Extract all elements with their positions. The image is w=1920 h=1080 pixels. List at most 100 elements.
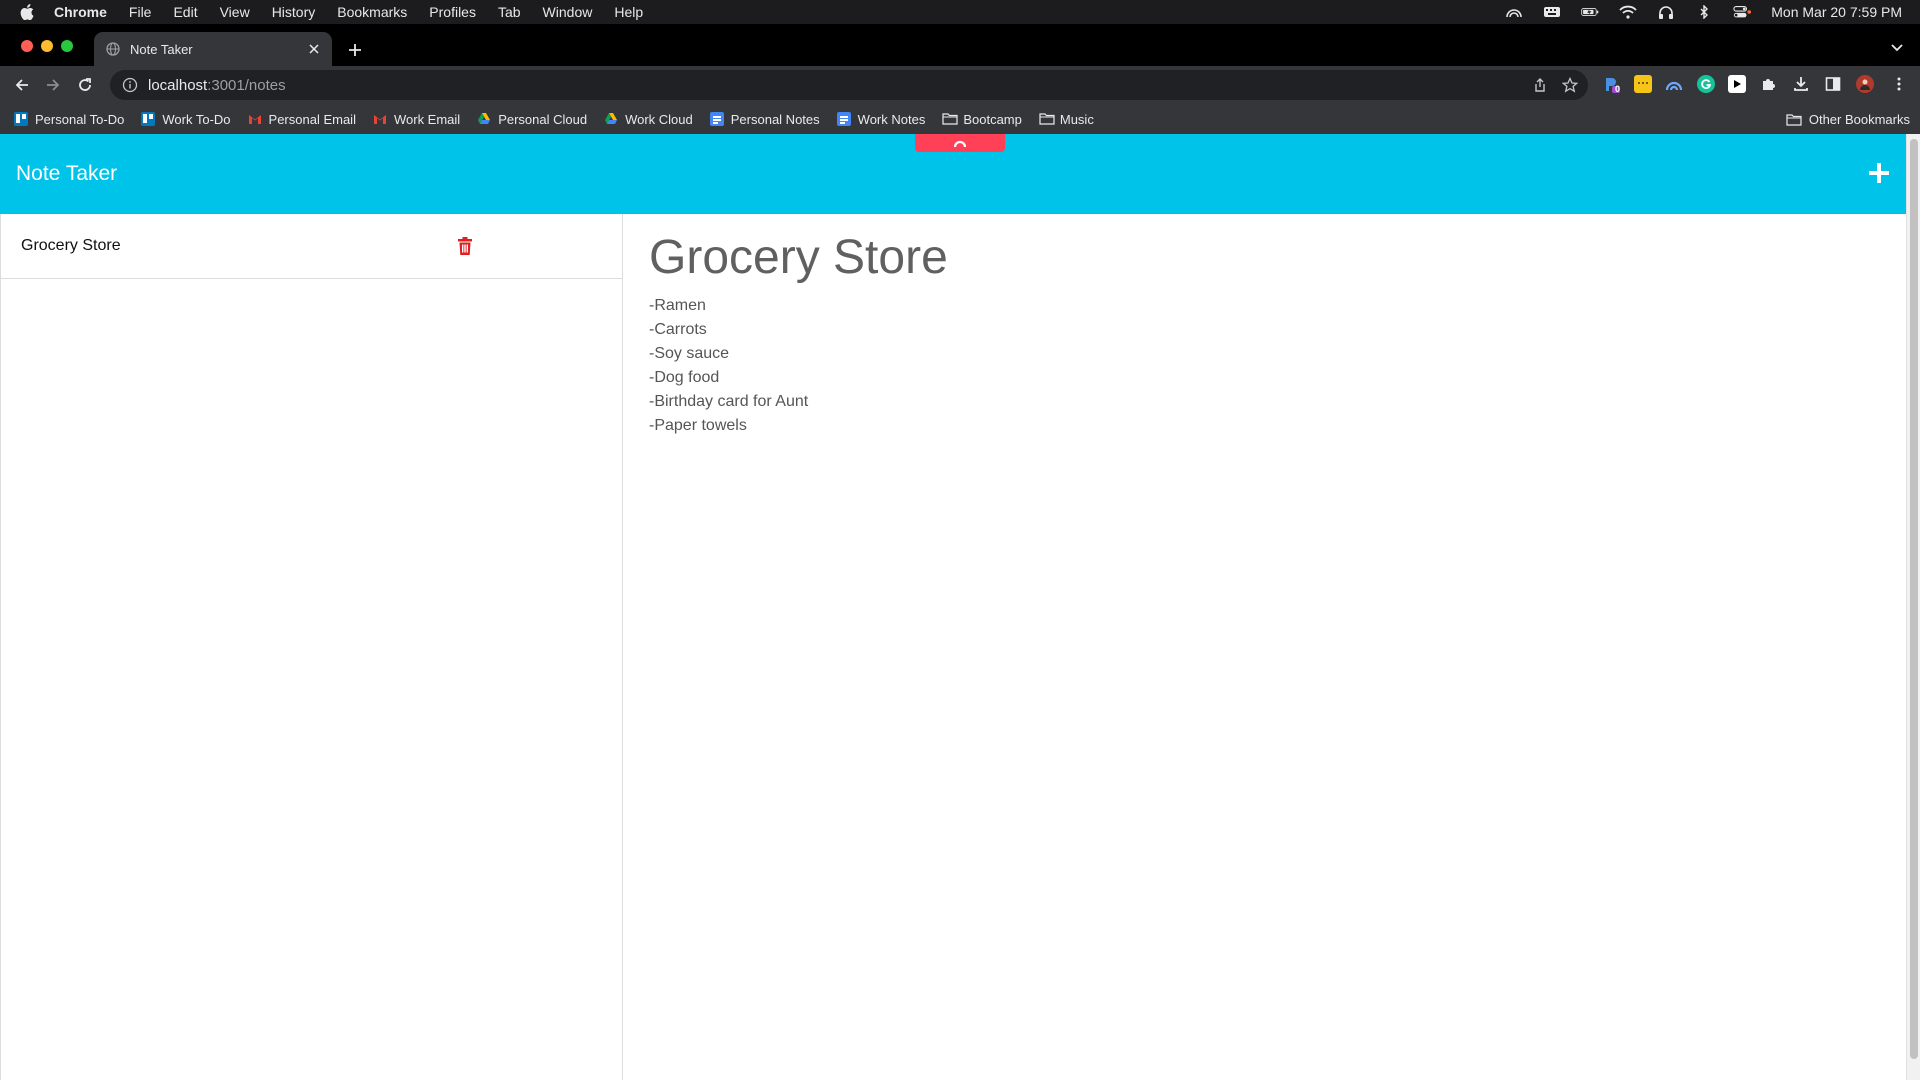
bookmark-folder-music[interactable]: Music: [1039, 112, 1094, 127]
puzzle-icon[interactable]: [1760, 75, 1778, 93]
tab-title: Note Taker: [130, 41, 193, 57]
headphones-icon[interactable]: [1657, 5, 1675, 19]
extension-3-icon[interactable]: [1665, 75, 1683, 93]
wifi-icon[interactable]: [1619, 5, 1637, 19]
scrollbar-thumb[interactable]: [1910, 139, 1918, 1059]
app-title[interactable]: Note Taker: [16, 162, 117, 186]
url-host: localhost: [148, 76, 208, 94]
new-tab-plus-icon[interactable]: [342, 37, 368, 63]
status-area: Mon Mar 20 7:59 PM: [1505, 0, 1902, 24]
trash-icon[interactable]: [457, 236, 473, 256]
note-line: -Ramen: [649, 297, 706, 314]
tab-strip: Note Taker: [0, 24, 1920, 66]
grammarly-icon[interactable]: [1697, 75, 1715, 93]
close-window-button[interactable]: [21, 40, 33, 52]
trello-icon: [14, 112, 28, 126]
note-list-item-title[interactable]: Grocery Store: [21, 237, 121, 255]
site-info-icon[interactable]: [122, 77, 138, 93]
folder-icon: [1039, 112, 1055, 126]
bluetooth-icon[interactable]: [1695, 5, 1713, 19]
bookmark-work-notes[interactable]: Work Notes: [836, 111, 926, 127]
profile-avatar[interactable]: [1856, 75, 1874, 93]
play-icon[interactable]: [1728, 75, 1746, 93]
note-list: Grocery Store: [0, 214, 623, 1080]
bookmark-label: Bootcamp: [963, 111, 1022, 127]
download-icon[interactable]: [1792, 75, 1810, 93]
drive-icon: [604, 112, 618, 126]
url-path: :3001/notes: [207, 76, 286, 94]
bookmark-label: Personal Cloud: [498, 111, 588, 127]
bookmark-work-to-do[interactable]: Work To-Do: [141, 111, 231, 127]
tab-search-chevron-icon[interactable]: [1890, 40, 1906, 56]
note-title-input[interactable]: Grocery Store: [649, 230, 948, 285]
docs-icon: [709, 112, 724, 126]
menu-edit[interactable]: Edit: [173, 4, 197, 20]
drive-icon: [477, 112, 491, 126]
note-line: -Carrots: [649, 321, 707, 338]
bookmark-label: Personal Email: [268, 111, 356, 127]
note-line: -Birthday card for Aunt: [649, 393, 809, 410]
folder-icon: [942, 112, 958, 126]
reload-icon[interactable]: [75, 75, 95, 95]
keyboard-icon[interactable]: [1543, 5, 1561, 19]
bookmark-personal-cloud[interactable]: Personal Cloud: [477, 112, 587, 127]
macos-menu-bar: Chrome File Edit View History Bookmarks …: [0, 0, 1920, 24]
note-list-item[interactable]: Grocery Store: [1, 214, 622, 279]
address-bar[interactable]: localhost :3001/notes: [110, 70, 1588, 100]
bookmark-star-icon[interactable]: [1561, 76, 1579, 93]
cloud-sync-icon[interactable]: [1505, 5, 1523, 19]
extension-badge: 0: [1614, 84, 1620, 94]
note-line: -Dog food: [649, 369, 720, 386]
extension-2-icon[interactable]: [1634, 75, 1652, 93]
menu-profiles[interactable]: Profiles: [429, 4, 476, 20]
note-textarea[interactable]: -Ramen -Carrots -Soy sauce -Dog food -Bi…: [649, 294, 808, 438]
menu-help[interactable]: Help: [614, 4, 643, 20]
other-bookmarks[interactable]: Other Bookmarks: [1786, 104, 1910, 134]
menu-window[interactable]: Window: [543, 4, 593, 20]
bookmark-label: Work Email: [393, 111, 461, 127]
bookmark-label: Work Cloud: [625, 111, 693, 127]
note-line: -Soy sauce: [649, 345, 730, 362]
menu-app-name[interactable]: Chrome: [54, 4, 107, 20]
bookmark-personal-notes[interactable]: Personal Notes: [709, 111, 820, 127]
bookmark-label: Personal Notes: [730, 111, 820, 127]
app-navbar: Note Taker: [0, 134, 1906, 214]
bookmark-label: Work Notes: [857, 111, 926, 127]
bookmark-label: Work To-Do: [162, 111, 231, 127]
chrome-menu-icon[interactable]: [1890, 75, 1908, 93]
zoom-window-button[interactable]: [61, 40, 73, 52]
apple-icon[interactable]: [18, 3, 36, 21]
menu-view[interactable]: View: [220, 4, 250, 20]
back-arrow-icon[interactable]: [12, 75, 32, 95]
new-note-plus-icon[interactable]: [1866, 160, 1892, 186]
share-icon[interactable]: [1532, 77, 1548, 93]
side-panel-icon[interactable]: [1824, 75, 1842, 93]
save-note-button[interactable]: [915, 134, 1005, 152]
minimize-window-button[interactable]: [41, 40, 53, 52]
menu-clock[interactable]: Mon Mar 20 7:59 PM: [1771, 4, 1902, 20]
tab-close-icon[interactable]: [304, 39, 324, 59]
tab-note-taker[interactable]: Note Taker: [94, 32, 332, 66]
bookmark-folder-bootcamp[interactable]: Bootcamp: [942, 112, 1022, 127]
globe-icon: [106, 42, 120, 56]
menu-file[interactable]: File: [129, 4, 152, 20]
bookmark-personal-email[interactable]: Personal Email: [248, 112, 356, 127]
bookmark-work-cloud[interactable]: Work Cloud: [604, 112, 693, 127]
docs-icon: [836, 112, 851, 126]
battery-icon[interactable]: [1581, 5, 1599, 19]
page-scrollbar[interactable]: [1906, 134, 1920, 1080]
control-center-icon[interactable]: [1733, 5, 1752, 19]
menu-bookmarks[interactable]: Bookmarks: [337, 4, 407, 20]
note-editor: Grocery Store -Ramen -Carrots -Soy sauce…: [624, 214, 1906, 1080]
forward-arrow-icon[interactable]: [43, 75, 63, 95]
browser-toolbar: localhost :3001/notes: [0, 66, 1920, 104]
note-line: -Paper towels: [649, 417, 747, 434]
bookmark-personal-to-do[interactable]: Personal To-Do: [14, 112, 124, 127]
other-bookmarks-label: Other Bookmarks: [1808, 111, 1910, 127]
folder-icon: [1786, 113, 1802, 126]
menu-history[interactable]: History: [272, 4, 316, 20]
gmail-icon: [373, 112, 387, 126]
menu-tab[interactable]: Tab: [498, 4, 521, 20]
bookmark-work-email[interactable]: Work Email: [373, 112, 460, 127]
extension-1-icon[interactable]: 0: [1602, 75, 1620, 94]
